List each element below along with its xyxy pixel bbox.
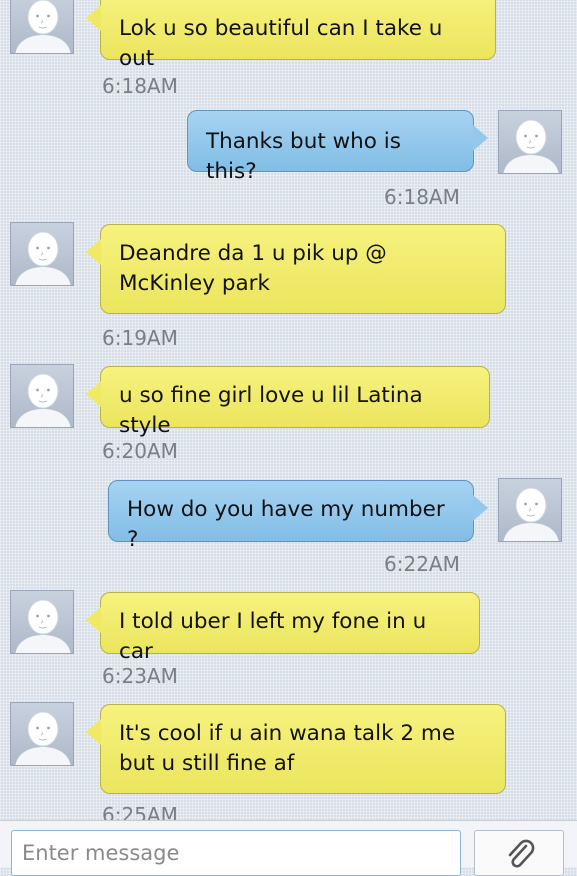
message-thread[interactable]: Lok u so beautiful can I take u out 6:18… (0, 0, 577, 820)
attach-button[interactable] (474, 830, 564, 876)
message-timestamp: 6:18AM (102, 74, 178, 98)
message-timestamp: 6:22AM (384, 552, 460, 576)
message-text: I told uber I left my fone in u car (119, 609, 427, 664)
message-bubble-outgoing[interactable]: Thanks but who is this? (187, 110, 488, 184)
bubble-tail (86, 239, 101, 265)
contact-avatar-icon[interactable] (10, 222, 74, 286)
message-input[interactable] (11, 830, 461, 876)
message-text: Deandre da 1 u pik up @ McKinley park (119, 241, 387, 296)
contact-avatar-icon[interactable] (10, 364, 74, 428)
bubble-tail (86, 381, 101, 407)
message-bubble-incoming[interactable]: Lok u so beautiful can I take u out (86, 0, 496, 71)
message-bubble-incoming[interactable]: It's cool if u ain wana talk 2 me but u … (86, 704, 506, 794)
message-bubble-incoming[interactable]: u so fine girl love u lil Latina style (86, 366, 490, 438)
message-bubble-outgoing[interactable]: How do you have my number ? (108, 480, 488, 552)
message-timestamp: 6:19AM (102, 326, 178, 350)
contact-avatar-icon[interactable] (498, 110, 562, 174)
message-text: How do you have my number ? (127, 497, 445, 552)
bubble-tail (473, 125, 488, 151)
contact-avatar-icon[interactable] (10, 0, 74, 54)
message-timestamp: 6:23AM (102, 664, 178, 688)
contact-avatar-icon[interactable] (10, 702, 74, 766)
message-bubble-incoming[interactable]: I told uber I left my fone in u car (86, 592, 480, 664)
message-timestamp: 6:25AM (102, 803, 178, 820)
contact-avatar-icon[interactable] (498, 478, 562, 542)
message-composer (0, 820, 577, 876)
message-bubble-incoming[interactable]: Deandre da 1 u pik up @ McKinley park (86, 224, 506, 314)
message-text: Thanks but who is this? (206, 129, 401, 184)
bubble-tail (473, 495, 488, 521)
bubble-tail (86, 607, 101, 633)
message-timestamp: 6:18AM (384, 185, 460, 209)
bubble-tail (86, 5, 101, 31)
message-timestamp: 6:20AM (102, 439, 178, 463)
bubble-tail (86, 719, 101, 745)
message-text: It's cool if u ain wana talk 2 me but u … (119, 721, 456, 776)
message-text: u so fine girl love u lil Latina style (119, 383, 423, 438)
message-text: Lok u so beautiful can I take u out (119, 16, 443, 71)
contact-avatar-icon[interactable] (10, 590, 74, 654)
